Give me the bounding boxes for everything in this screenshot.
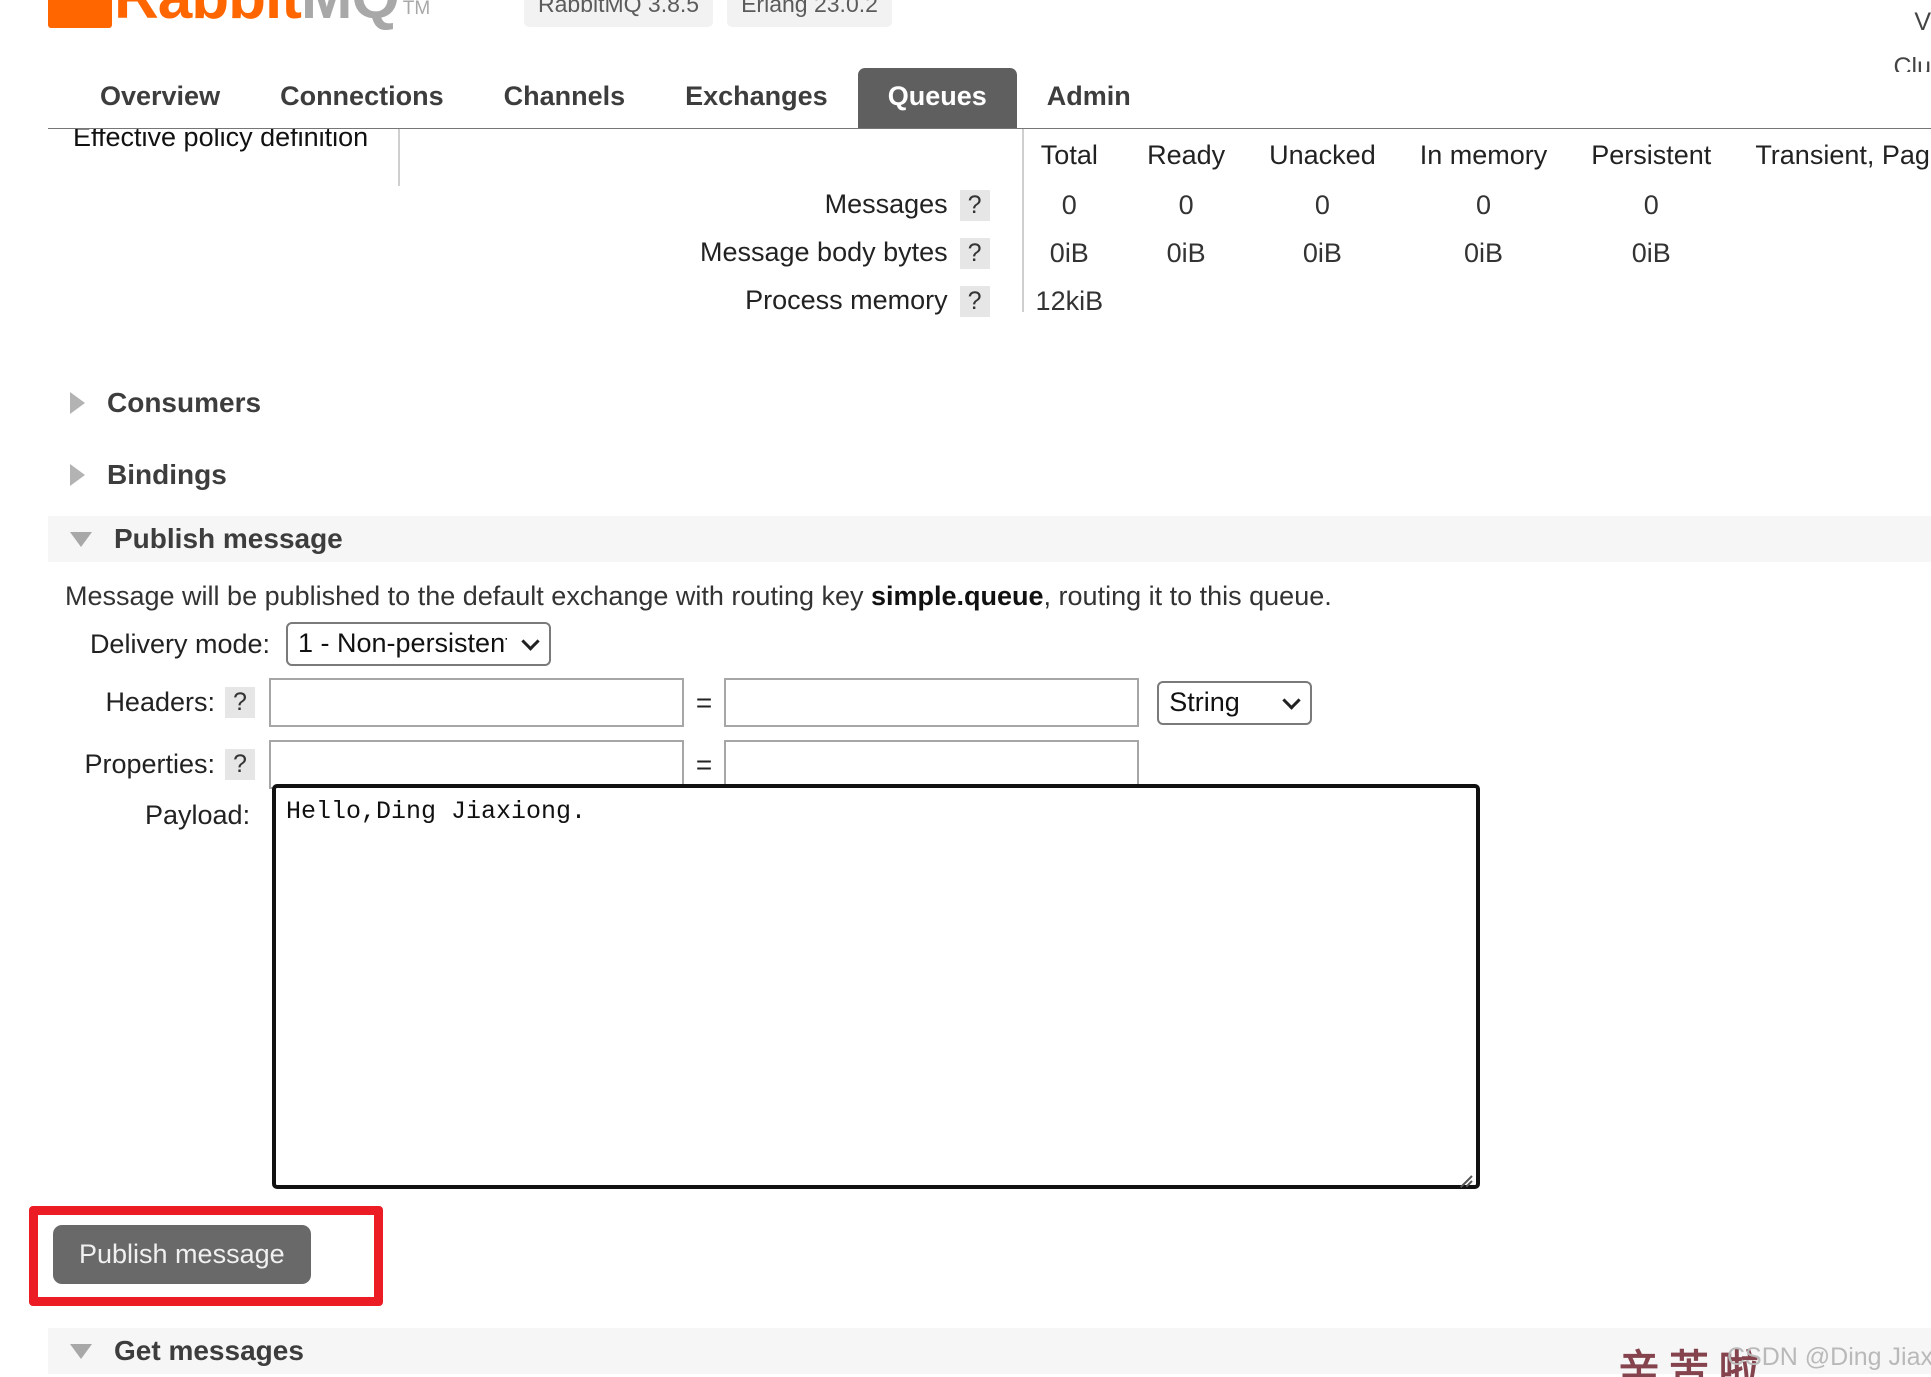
headers-key-input[interactable] bbox=[268, 678, 684, 727]
body-bytes-transient bbox=[1733, 229, 1931, 277]
tab-exchanges[interactable]: Exchanges bbox=[655, 68, 858, 128]
stats-corner-cell bbox=[700, 136, 1014, 181]
body-bytes-ready: 0iB bbox=[1166, 237, 1206, 268]
delivery-mode-select-wrap: 1 - Non-persistent bbox=[286, 622, 551, 666]
messages-unacked: 0 bbox=[1314, 189, 1330, 220]
table-row: Message body bytes? 0iB 0iB 0iB 0iB 0iB bbox=[700, 229, 1931, 277]
headers-value-input[interactable] bbox=[724, 678, 1140, 727]
nav-tab-list: Overview Connections Channels Exchanges … bbox=[70, 68, 1161, 128]
chevron-down-icon bbox=[70, 1343, 92, 1359]
messages-transient bbox=[1733, 181, 1931, 229]
process-memory-total: 12kiB bbox=[1035, 285, 1104, 316]
rabbitmq-logo-mark-icon bbox=[48, 0, 112, 28]
properties-key-input[interactable] bbox=[268, 740, 684, 789]
logo-text-rabbit: Rabbit bbox=[114, 0, 302, 29]
consumers-section-title: Consumers bbox=[107, 387, 262, 418]
col-ready: Ready bbox=[1147, 140, 1226, 170]
payload-label: Payload: bbox=[145, 800, 251, 830]
publish-desc-routing-key: simple.queue bbox=[871, 581, 1044, 611]
message-body-bytes-help-icon[interactable]: ? bbox=[959, 238, 990, 269]
bindings-section-header[interactable]: Bindings bbox=[48, 452, 1931, 498]
rabbitmq-management-page: Operator policy Consumer utilisation? 0%… bbox=[0, 0, 1931, 1377]
body-bytes-in-memory: 0iB bbox=[1463, 237, 1503, 268]
payload-textarea[interactable] bbox=[272, 784, 1480, 1189]
main-navigation: Overview Connections Channels Exchanges … bbox=[0, 68, 1931, 128]
table-row: Messages? 0 0 0 0 0 bbox=[700, 181, 1931, 229]
tab-admin[interactable]: Admin bbox=[1017, 68, 1161, 128]
delivery-mode-label: Delivery mode: bbox=[89, 628, 270, 659]
queue-stats-panel: Operator policy Consumer utilisation? 0%… bbox=[0, 100, 1931, 360]
messages-in-memory: 0 bbox=[1475, 189, 1491, 220]
process-memory-transient bbox=[1733, 277, 1931, 325]
col-total: Total bbox=[1040, 140, 1098, 170]
properties-help-icon[interactable]: ? bbox=[225, 749, 255, 780]
properties-label: Properties: bbox=[84, 749, 215, 779]
rabbitmq-version-badge: RabbitMQ 3.8.5 bbox=[524, 0, 714, 27]
headers-type-select-wrap: String bbox=[1157, 680, 1313, 725]
logo-text-mq: MQ bbox=[301, 0, 400, 29]
bindings-section-title: Bindings bbox=[107, 459, 227, 490]
delivery-mode-select[interactable]: 1 - Non-persistent bbox=[286, 622, 551, 666]
messages-help-icon[interactable]: ? bbox=[959, 190, 990, 221]
publish-message-button[interactable]: Publish message bbox=[53, 1225, 311, 1284]
get-messages-section-title: Get messages bbox=[114, 1335, 304, 1366]
headers-label: Headers: bbox=[105, 687, 215, 717]
process-memory-ready bbox=[1125, 277, 1247, 325]
body-bytes-unacked: 0iB bbox=[1302, 237, 1342, 268]
col-transient-paged: Transient, Page bbox=[1755, 140, 1931, 170]
tab-channels[interactable]: Channels bbox=[474, 68, 656, 128]
messages-total: 0 bbox=[1061, 189, 1077, 220]
process-memory-help-icon[interactable]: ? bbox=[959, 286, 990, 317]
publish-desc-suffix: , routing it to this queue. bbox=[1043, 581, 1332, 611]
properties-row: Properties: ? = bbox=[65, 740, 1140, 789]
chevron-right-icon bbox=[70, 392, 85, 414]
table-row: Process memory? 12kiB bbox=[700, 277, 1931, 325]
messages-ready: 0 bbox=[1178, 189, 1194, 220]
row-label-message-body-bytes: Message body bytes? bbox=[700, 229, 1014, 277]
chevron-right-icon bbox=[70, 464, 85, 486]
process-memory-unacked bbox=[1247, 277, 1398, 325]
erlang-version-badge: Erlang 23.0.2 bbox=[727, 0, 892, 27]
row-label-messages: Messages? bbox=[700, 181, 1014, 229]
publish-message-section: Publish message bbox=[48, 516, 1931, 562]
rabbitmq-logo[interactable]: Rabbit MQ TM bbox=[48, 0, 431, 29]
properties-equals-sign: = bbox=[695, 748, 713, 780]
corner-line-virtual-host: V bbox=[1914, 8, 1931, 36]
version-badges: RabbitMQ 3.8.5 Erlang 23.0.2 bbox=[524, 0, 892, 27]
tab-queues[interactable]: Queues bbox=[857, 68, 1017, 128]
publish-message-section-title: Publish message bbox=[114, 523, 343, 554]
delivery-mode-row: Delivery mode: 1 - Non-persistent bbox=[65, 622, 551, 666]
col-persistent: Persistent bbox=[1591, 140, 1712, 170]
tab-connections[interactable]: Connections bbox=[250, 68, 474, 128]
tab-overview[interactable]: Overview bbox=[70, 68, 250, 128]
consumers-section-header[interactable]: Consumers bbox=[48, 380, 1931, 426]
row-label-process-memory: Process memory? bbox=[700, 277, 1014, 325]
consumers-section: Consumers bbox=[48, 380, 1931, 426]
headers-row: Headers: ? = String bbox=[65, 678, 1313, 727]
headers-type-select[interactable]: String bbox=[1157, 680, 1313, 725]
col-unacked: Unacked bbox=[1269, 140, 1376, 170]
publish-description: Message will be published to the default… bbox=[65, 581, 1332, 612]
stats-header-row: Total Ready Unacked In memory Persistent… bbox=[700, 136, 1931, 181]
logo-trademark-icon: TM bbox=[402, 0, 431, 19]
headers-equals-sign: = bbox=[695, 686, 713, 718]
publish-message-section-header[interactable]: Publish message bbox=[48, 516, 1931, 562]
process-memory-in-memory bbox=[1398, 277, 1570, 325]
chevron-down-icon bbox=[70, 531, 92, 547]
body-bytes-total: 0iB bbox=[1049, 237, 1089, 268]
queue-stats-table: Total Ready Unacked In memory Persistent… bbox=[700, 136, 1931, 325]
bindings-section: Bindings bbox=[48, 452, 1931, 498]
process-memory-persistent bbox=[1569, 277, 1733, 325]
body-bytes-persistent: 0iB bbox=[1631, 237, 1671, 268]
watermark-attribution: CSDN @Ding Jiaxiong bbox=[1727, 1343, 1931, 1371]
messages-persistent: 0 bbox=[1643, 189, 1659, 220]
publish-desc-prefix: Message will be published to the default… bbox=[65, 581, 871, 611]
col-in-memory: In memory bbox=[1419, 140, 1548, 170]
headers-help-icon[interactable]: ? bbox=[225, 687, 255, 718]
properties-value-input[interactable] bbox=[724, 740, 1140, 789]
